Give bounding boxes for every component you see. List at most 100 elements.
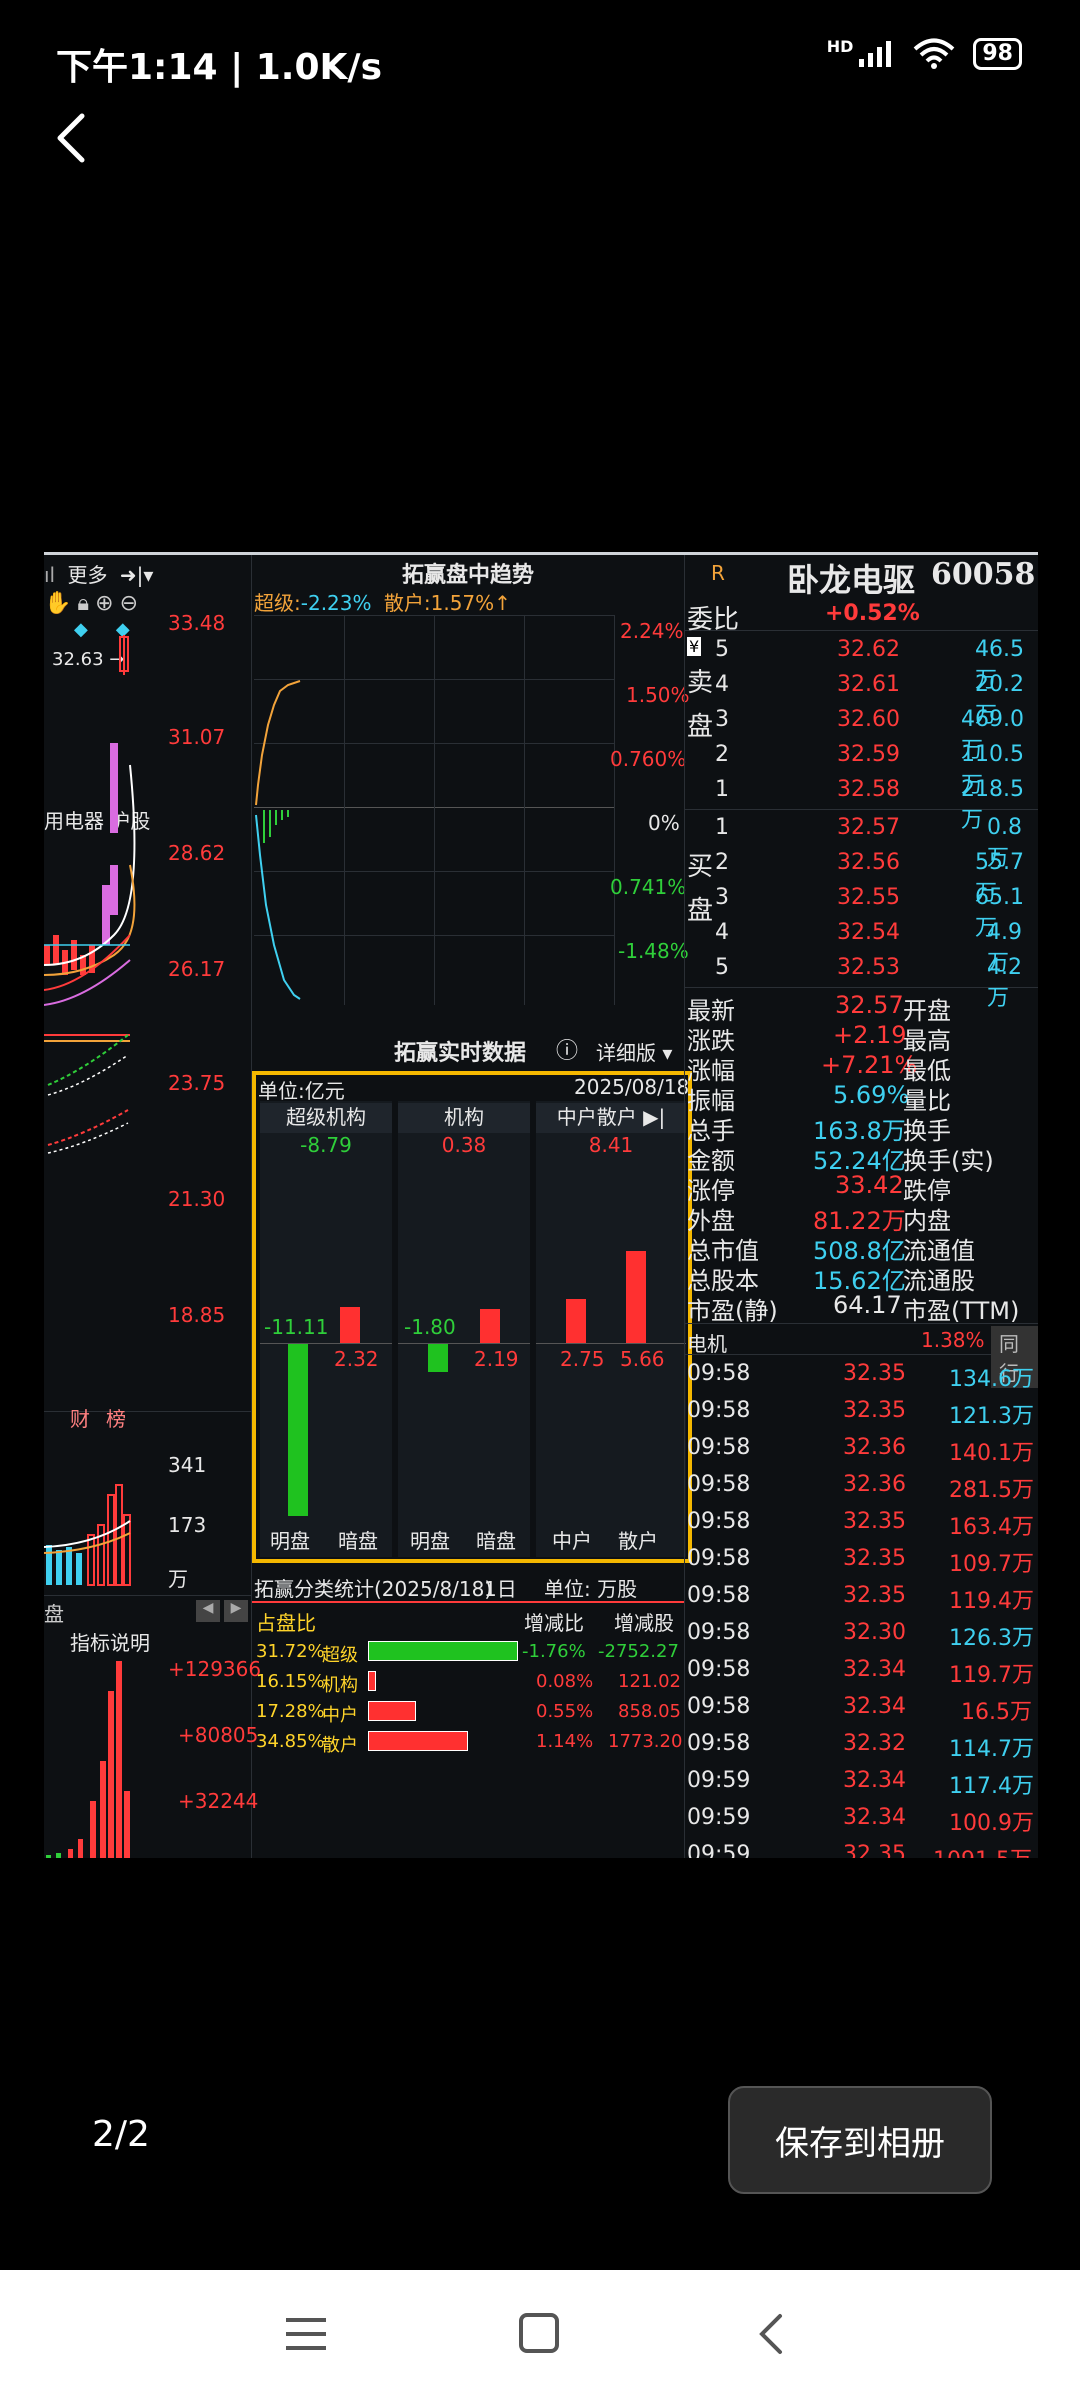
volume-axis-0: 341 xyxy=(168,1453,207,1477)
tick-row: 09:58 32.30 126.3万 xyxy=(687,1620,1034,1651)
scroll-left-button[interactable]: ◀ xyxy=(196,1600,220,1622)
tick-row: 09:58 32.34 16.5万 xyxy=(687,1694,1032,1725)
tick-row: 09:59 32.34 117.4万 xyxy=(687,1768,1034,1799)
detail-version-dropdown[interactable]: 详细版 ▾ xyxy=(596,1037,672,1066)
group-name: 机构 xyxy=(398,1103,530,1133)
bar1-label: 明盘 xyxy=(410,1529,450,1553)
status-bar: 下午1:14 | 1.0K/s HD 98 xyxy=(0,0,1080,120)
scroll-bar[interactable]: 盘 ◀ ▶ xyxy=(44,1595,252,1627)
stat-row: 外盘 81.22万 内盘 xyxy=(687,1207,951,1235)
ask-row[interactable]: 3 32.60 469.0万 xyxy=(685,703,1025,763)
kline-chart xyxy=(44,635,136,1154)
group-name: 超级机构 xyxy=(260,1103,392,1133)
indicator-axis-0: +129366 xyxy=(168,1657,262,1681)
battery-icon: 98 xyxy=(973,38,1022,70)
classification-row: 16.15% 机构 0.08% 121.02 xyxy=(256,1671,681,1696)
home-icon[interactable] xyxy=(518,2312,560,2354)
classification-unit: 单位: 万股 xyxy=(544,1577,638,1601)
group-institution: 机构 0.38 -1.80 2.19 明盘 暗盘 xyxy=(398,1101,530,1557)
realtime-title: 拓赢实时数据 xyxy=(394,1041,527,1066)
bar1-label: 中户 xyxy=(552,1529,592,1553)
bar1-value: -11.11 xyxy=(264,1315,329,1339)
ask-row[interactable]: 2 32.59 110.5万 xyxy=(685,738,1025,798)
trend-title: 拓赢盘中趋势 xyxy=(401,563,534,588)
realtime-header: 拓赢实时数据 ⓘ 详细版 ▾ xyxy=(252,1031,684,1067)
panel-edge-label: 盘 xyxy=(44,1602,64,1626)
group-total: 0.38 xyxy=(441,1133,487,1157)
col-header-change-pct: 增减比 xyxy=(524,1611,584,1635)
tab-finance[interactable]: 财 xyxy=(70,1403,90,1432)
wei-bi-row: 委比 +0.52% xyxy=(685,597,1038,635)
quote-header: R 卧龙电驱 60058 xyxy=(685,555,1038,599)
bar2 xyxy=(480,1309,500,1343)
group-name: 中户散户 ▶| xyxy=(536,1103,686,1133)
ask-row[interactable]: 1 32.58 218.5万 xyxy=(685,773,1025,833)
classification-row: 17.28% 中户 0.55% 858.05 xyxy=(256,1701,681,1726)
bid-row[interactable]: 2 32.56 55.7万 xyxy=(685,846,1025,906)
share-bar xyxy=(368,1671,376,1691)
trend-axis-2: 0.760% xyxy=(610,747,687,771)
volume-axis-unit: 万 xyxy=(168,1567,188,1591)
price-axis-4: 23.75 xyxy=(168,1071,226,1095)
pin-icon[interactable]: ➜|▾ xyxy=(120,563,154,587)
ask-row[interactable]: 5 32.62 46.5万 xyxy=(685,633,1025,693)
kline-panel: ıl 更多 ➜|▾ ✋🔒︎⊕⊖ ◆◆ 33.48 31.07 28.62 26.… xyxy=(44,555,261,1858)
bar2-value: 2.19 xyxy=(474,1347,519,1371)
info-icon[interactable]: ⓘ xyxy=(556,1033,578,1065)
classification-row: 34.85% 散户 1.14% 1773.20 xyxy=(256,1731,683,1756)
bar1 xyxy=(566,1299,586,1343)
status-icons: HD 98 xyxy=(827,37,1022,70)
col-header-change-shares: 增减股 xyxy=(614,1611,674,1635)
save-to-album-button[interactable]: 保存到相册 xyxy=(728,2086,992,2194)
stock-code: 60058 xyxy=(931,557,1036,592)
tick-row: 09:58 32.35 121.3万 xyxy=(687,1398,1034,1429)
classification-period[interactable]: 1日 xyxy=(484,1573,517,1602)
bid-row[interactable]: 5 32.53 4.2万 xyxy=(685,951,1025,1011)
tab-ranking[interactable]: 榜 xyxy=(106,1403,126,1432)
bar2-label: 散户 xyxy=(618,1529,658,1553)
bid-row[interactable]: 4 32.54 4.9万 xyxy=(685,916,1025,976)
price-axis-1: 31.07 xyxy=(168,725,226,749)
bar2-value: 2.32 xyxy=(334,1347,379,1371)
trend-axis-0: 2.24% xyxy=(620,619,684,643)
indicator-axis-1: +80805 xyxy=(178,1723,259,1747)
volume-axis-1: 173 xyxy=(168,1513,207,1537)
back-arrow-icon[interactable] xyxy=(52,108,92,168)
lock-icon[interactable]: 🔒︎ xyxy=(77,591,95,616)
bid-row[interactable]: 1 32.57 0.8万 xyxy=(685,811,1025,871)
stat-row: 涨跌 +2.19 最高 xyxy=(687,1021,951,1055)
tick-row: 09:58 32.35 109.7万 xyxy=(687,1546,1034,1577)
tick-row: 09:58 32.35 163.4万 xyxy=(687,1509,1034,1540)
menu-icon[interactable] xyxy=(284,2314,328,2354)
scroll-right-button[interactable]: ▶ xyxy=(224,1600,248,1622)
zoom-in-icon[interactable]: ⊕ xyxy=(95,591,119,616)
hand-icon[interactable]: ✋ xyxy=(44,591,77,616)
realtime-date: 2025/08/18 xyxy=(574,1075,690,1099)
back-nav-icon[interactable] xyxy=(756,2312,786,2356)
bar2-label: 暗盘 xyxy=(476,1529,516,1553)
classification-title: 拓赢分类统计(2025/8/18) xyxy=(254,1577,493,1601)
tick-row: 09:58 32.35 119.4万 xyxy=(687,1583,1034,1614)
bar2-label: 暗盘 xyxy=(338,1529,378,1553)
stat-row: 市盈(静) 64.17 市盈(TTM) xyxy=(687,1291,1020,1325)
group-super-institution: 超级机构 -8.79 -11.11 2.32 明盘 暗盘 xyxy=(260,1101,392,1557)
trend-chart: 2.24% 1.50% 0.760% 0% 0.741% -1.48% xyxy=(254,615,690,1005)
more-menu[interactable]: 更多 xyxy=(67,563,107,587)
stat-row: 振幅 5.69% 量比 xyxy=(687,1081,951,1115)
ask-row[interactable]: 4 32.61 20.2万 xyxy=(685,668,1025,728)
sector-name[interactable]: 电机 xyxy=(687,1328,727,1357)
system-nav-bar xyxy=(0,2270,1080,2400)
page-indicator: 2/2 xyxy=(92,2114,150,2155)
bar1 xyxy=(428,1344,448,1372)
price-axis-2: 28.62 xyxy=(168,841,226,865)
bar1-value: 2.75 xyxy=(560,1347,605,1371)
bar2 xyxy=(626,1251,646,1343)
realtime-unit: 单位:亿元 xyxy=(258,1079,345,1103)
wifi-icon xyxy=(914,38,955,69)
price-axis-6: 18.85 xyxy=(168,1303,226,1327)
trend-axis-3: 0% xyxy=(648,811,680,835)
bid-row[interactable]: 3 32.55 65.1万 xyxy=(685,881,1025,941)
next-icon[interactable]: ▶| xyxy=(643,1105,665,1129)
sector-pct: 1.38% xyxy=(921,1328,985,1352)
zoom-out-icon[interactable]: ⊖ xyxy=(120,591,144,616)
